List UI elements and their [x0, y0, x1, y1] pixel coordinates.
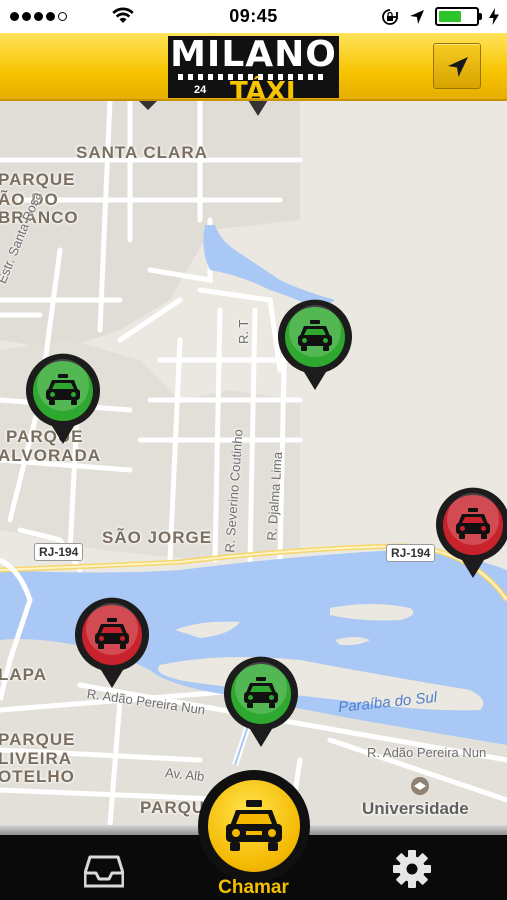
- logo-24: 24: [194, 84, 207, 96]
- road-shield: RJ-194: [34, 543, 84, 561]
- taxi-pin-icon: [75, 597, 149, 688]
- logo-subtitle: TÁXI: [230, 77, 296, 98]
- neighborhood-label: PARQU: [140, 798, 206, 817]
- map-view[interactable]: SANTA CLARA PARQUE ÃO DO BRANCO PARQUE A…: [0, 100, 507, 825]
- university-label: Universidade: [362, 799, 469, 818]
- street-label: R. T: [236, 319, 251, 344]
- battery-level: [439, 11, 462, 22]
- taxi-marker[interactable]: [222, 655, 300, 749]
- taxi-marker[interactable]: [276, 298, 354, 392]
- call-taxi-label: Chamar: [218, 877, 289, 898]
- battery-icon: [435, 7, 482, 26]
- taxi-marker[interactable]: [24, 352, 102, 446]
- neighborhood-label: LIVEIRA: [0, 749, 73, 768]
- locate-me-button[interactable]: [433, 43, 481, 89]
- road-shield: RJ-194: [386, 544, 436, 562]
- taxi-pin-icon: [25, 353, 100, 444]
- neighborhood-label: SÃO JORGE: [102, 528, 213, 547]
- taxi-pin-icon: [224, 656, 298, 747]
- neighborhood-label: LAPA: [0, 665, 48, 684]
- milano-taxi-logo: MILANO 24 TÁXI: [168, 36, 339, 98]
- neighborhood-label: PARQUE: [0, 170, 76, 189]
- status-bar: 09:45: [0, 0, 507, 33]
- taxi-marker[interactable]: [73, 596, 151, 690]
- neighborhood-label: BRANCO: [0, 208, 79, 227]
- taxi-icon: [226, 800, 282, 851]
- neighborhood-label: SANTA CLARA: [76, 143, 208, 162]
- neighborhood-label: OTELHO: [0, 767, 75, 786]
- location-services-icon: [410, 9, 424, 24]
- rotation-lock-icon: [382, 8, 398, 25]
- call-button-face: [208, 780, 300, 872]
- neighborhood-label: ALVORADA: [0, 446, 102, 465]
- street-label: R. Adão Pereira Nun: [367, 745, 487, 760]
- neighborhood-label: PARQUE: [0, 730, 76, 749]
- logo-title: MILANO: [170, 36, 337, 75]
- call-taxi-button[interactable]: [198, 770, 310, 882]
- taxi-pin-icon: [278, 299, 352, 390]
- app-header: MILANO 24 TÁXI: [0, 33, 507, 101]
- taxi-pin-icon: [436, 487, 507, 578]
- navigation-arrow-icon: [448, 57, 468, 77]
- charging-bolt-icon: [489, 8, 499, 25]
- taxi-marker[interactable]: [434, 486, 507, 580]
